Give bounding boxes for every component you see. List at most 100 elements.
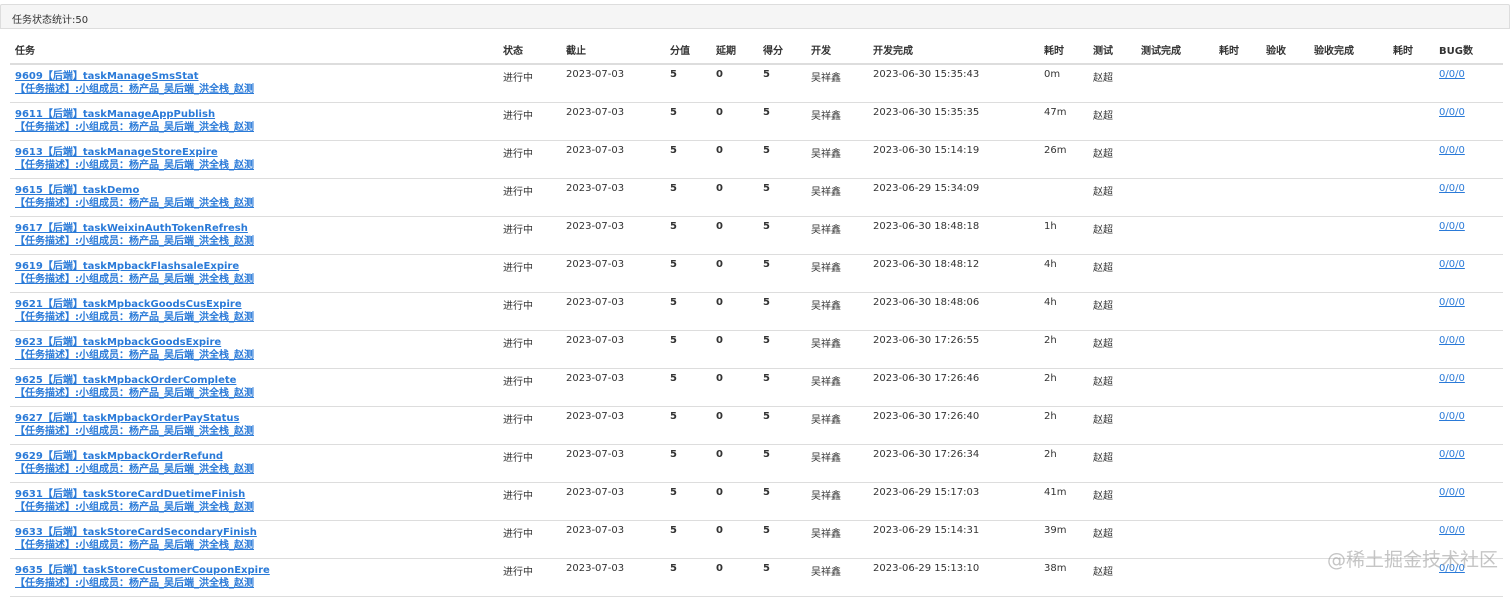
dev-done-cell: 2023-06-29 15:14:31 [868, 520, 1039, 559]
task-title-link[interactable]: 9621【后端】taskMpbackGoodsCusExpire [15, 293, 498, 311]
task-title-link[interactable]: 9625【后端】taskMpbackOrderComplete [15, 369, 498, 387]
delay-cell-text: 0 [716, 525, 723, 536]
header-col-test-cost: 耗时 [1214, 36, 1261, 65]
bug-count-link[interactable]: 0/0/0 [1439, 407, 1503, 422]
status-cell: 进行中 [498, 292, 561, 331]
bug-count-link[interactable]: 0/0/0 [1439, 521, 1503, 536]
developer-cell-text: 吴祥鑫 [811, 301, 841, 312]
task-title-link[interactable]: 9627【后端】taskMpbackOrderPayStatus [15, 407, 498, 425]
bug-count-link[interactable]: 0/0/0 [1439, 65, 1503, 80]
task-description-link[interactable]: 【任务描述】:小组成员：杨产品_吴后端_洪全栈_赵测 [15, 159, 498, 172]
task-title-link[interactable]: 9631【后端】taskStoreCardDuetimeFinish [15, 483, 498, 501]
developer-cell: 吴祥鑫 [806, 368, 868, 407]
developer-cell: 吴祥鑫 [806, 406, 868, 445]
bug-count-link[interactable]: 0/0/0 [1439, 179, 1503, 194]
accept-cost-cell-text [1393, 521, 1434, 525]
due-date-cell: 2023-07-03 [561, 216, 665, 255]
delay-cell-text: 0 [716, 297, 723, 308]
acceptor-cell [1261, 406, 1309, 445]
delay-cell-text: 0 [716, 145, 723, 156]
bug-count-link[interactable]: 0/0/0 [1439, 445, 1503, 460]
task-description-link[interactable]: 【任务描述】:小组成员：杨产品_吴后端_洪全栈_赵测 [15, 387, 498, 400]
score-cell-text: 5 [670, 525, 677, 536]
status-cell-text: 进行中 [503, 111, 533, 122]
task-title-link[interactable]: 9635【后端】taskStoreCustomerCouponExpire [15, 559, 498, 577]
delay-cell: 0 [711, 558, 758, 597]
dev-cost-cell-text: 41m [1044, 487, 1067, 498]
status-cell: 进行中 [498, 330, 561, 369]
task-description-link[interactable]: 【任务描述】:小组成员：杨产品_吴后端_洪全栈_赵测 [15, 501, 498, 514]
bug-count-link[interactable]: 0/0/0 [1439, 293, 1503, 308]
test-cost-cell [1214, 406, 1261, 445]
task-title-link[interactable]: 9629【后端】taskMpbackOrderRefund [15, 445, 498, 463]
bug-count-link[interactable]: 0/0/0 [1439, 255, 1503, 270]
bug-count-cell: 0/0/0 [1434, 292, 1503, 331]
test-cost-cell-text [1219, 407, 1261, 411]
task-cell: 9615【后端】taskDemo 【任务描述】:小组成员：杨产品_吴后端_洪全栈_… [10, 178, 498, 217]
accept-done-cell [1309, 102, 1388, 141]
dev-done-cell: 2023-06-29 15:17:03 [868, 482, 1039, 521]
task-description-link[interactable]: 【任务描述】:小组成员：杨产品_吴后端_洪全栈_赵测 [15, 121, 498, 134]
task-description-link[interactable]: 【任务描述】:小组成员：杨产品_吴后端_洪全栈_赵测 [15, 83, 498, 96]
score-cell: 5 [665, 254, 711, 293]
developer-cell-text: 吴祥鑫 [811, 529, 841, 540]
accept-done-cell [1309, 140, 1388, 179]
bug-count-link[interactable]: 0/0/0 [1439, 483, 1503, 498]
table-row: 9625【后端】taskMpbackOrderComplete 【任务描述】:小组… [10, 368, 1503, 407]
developer-cell: 吴祥鑫 [806, 64, 868, 103]
accept-done-cell-text [1314, 217, 1388, 221]
task-cell: 9631【后端】taskStoreCardDuetimeFinish 【任务描述】… [10, 482, 498, 521]
task-title-link[interactable]: 9615【后端】taskDemo [15, 179, 498, 197]
status-cell-text: 进行中 [503, 567, 533, 578]
acceptor-cell [1261, 254, 1309, 293]
bug-count-link[interactable]: 0/0/0 [1439, 141, 1503, 156]
tester-cell: 赵超 [1088, 330, 1136, 369]
task-title-link[interactable]: 9623【后端】taskMpbackGoodsExpire [15, 331, 498, 349]
task-title-link[interactable]: 9619【后端】taskMpbackFlashsaleExpire [15, 255, 498, 273]
task-description-link[interactable]: 【任务描述】:小组成员：杨产品_吴后端_洪全栈_赵测 [15, 311, 498, 324]
accept-cost-cell [1388, 444, 1434, 483]
accept-done-cell [1309, 292, 1388, 331]
dev-cost-cell [1039, 178, 1088, 217]
task-description-link[interactable]: 【任务描述】:小组成员：杨产品_吴后端_洪全栈_赵测 [15, 235, 498, 248]
table-row: 9609【后端】taskManageSmsStat 【任务描述】:小组成员：杨产品… [10, 64, 1503, 103]
header-col-acceptor: 验收 [1261, 36, 1309, 65]
header-col-dev-cost: 耗时 [1039, 36, 1088, 65]
test-cost-cell-text [1219, 293, 1261, 297]
task-description-link[interactable]: 【任务描述】:小组成员：杨产品_吴后端_洪全栈_赵测 [15, 197, 498, 210]
delay-cell: 0 [711, 140, 758, 179]
test-done-cell-text [1141, 179, 1214, 183]
task-title-link[interactable]: 9611【后端】taskManageAppPublish [15, 103, 498, 121]
acceptor-cell-text [1266, 217, 1309, 221]
accept-cost-cell [1388, 482, 1434, 521]
due-date-cell: 2023-07-03 [561, 482, 665, 521]
accept-done-cell-text [1314, 255, 1388, 259]
task-description-link[interactable]: 【任务描述】:小组成员：杨产品_吴后端_洪全栈_赵测 [15, 463, 498, 476]
bug-count-link[interactable]: 0/0/0 [1439, 217, 1503, 232]
task-title-link[interactable]: 9617【后端】taskWeixinAuthTokenRefresh [15, 217, 498, 235]
bug-count-link[interactable]: 0/0/0 [1439, 369, 1503, 384]
bug-count-link[interactable]: 0/0/0 [1439, 331, 1503, 346]
due-date-cell: 2023-07-03 [561, 558, 665, 597]
delay-cell-text: 0 [716, 373, 723, 384]
developer-cell: 吴祥鑫 [806, 254, 868, 293]
task-title-link[interactable]: 9609【后端】taskManageSmsStat [15, 65, 498, 83]
task-title-link[interactable]: 9633【后端】taskStoreCardSecondaryFinish [15, 521, 498, 539]
task-description-link[interactable]: 【任务描述】:小组成员：杨产品_吴后端_洪全栈_赵测 [15, 349, 498, 362]
bug-count-link[interactable]: 0/0/0 [1439, 103, 1503, 118]
got-score-cell-text: 5 [763, 297, 770, 308]
table-header-row: 任务 状态 截止 分值 延期 得分 开发 开发完成 耗时 测试 测试完成 耗时 验收 验收完成 耗时 BUG数 [10, 36, 1503, 65]
accept-done-cell-text [1314, 65, 1388, 69]
acceptor-cell [1261, 444, 1309, 483]
due-date-cell: 2023-07-03 [561, 64, 665, 103]
task-description-link[interactable]: 【任务描述】:小组成员：杨产品_吴后端_洪全栈_赵测 [15, 577, 498, 590]
task-description-link[interactable]: 【任务描述】:小组成员：杨产品_吴后端_洪全栈_赵测 [15, 539, 498, 552]
task-description-link[interactable]: 【任务描述】:小组成员：杨产品_吴后端_洪全栈_赵测 [15, 273, 498, 286]
test-done-cell-text [1141, 65, 1214, 69]
delay-cell-text: 0 [716, 487, 723, 498]
test-done-cell [1136, 406, 1214, 445]
task-description-link[interactable]: 【任务描述】:小组成员：杨产品_吴后端_洪全栈_赵测 [15, 425, 498, 438]
task-title-link[interactable]: 9613【后端】taskManageStoreExpire [15, 141, 498, 159]
dev-done-cell: 2023-06-30 17:26:55 [868, 330, 1039, 369]
dev-done-cell-text: 2023-06-29 15:17:03 [873, 487, 980, 498]
